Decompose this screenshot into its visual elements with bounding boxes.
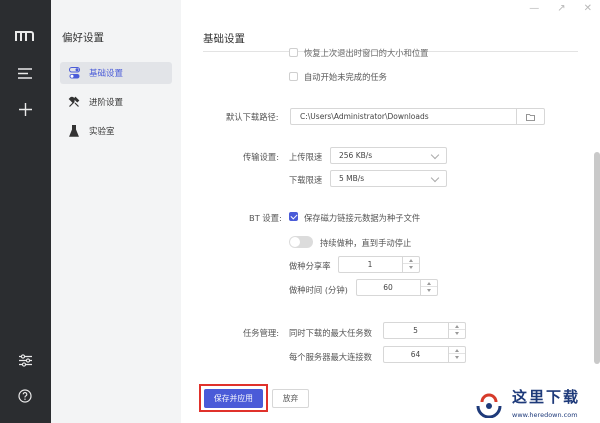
toggle-icon xyxy=(67,66,81,80)
decrement-icon[interactable] xyxy=(421,287,437,294)
keep-seeding-label: 持续做种，直到手动停止 xyxy=(320,238,412,248)
download-path-label: 默认下载路径: xyxy=(226,112,279,122)
increment-icon[interactable] xyxy=(421,280,437,287)
page-title: 基础设置 xyxy=(203,33,245,45)
restore-window-label: 恢复上次退出时窗口的大小和位置 xyxy=(304,48,429,58)
sidebar-title: 偏好设置 xyxy=(62,32,104,44)
seed-time-label: 做种时间 (分钟) xyxy=(289,285,348,295)
increment-icon[interactable] xyxy=(403,257,419,264)
max-tasks-label: 同时下载的最大任务数 xyxy=(289,328,372,338)
tools-icon xyxy=(67,95,81,109)
auto-resume-label: 自动开始未完成的任务 xyxy=(304,72,387,82)
sliders-icon[interactable] xyxy=(13,350,37,370)
chevron-down-icon xyxy=(430,173,440,183)
seed-time-value: 60 xyxy=(383,283,393,292)
preferences-sidebar: 偏好设置 基础设置 进阶设置 实验室 xyxy=(51,0,181,423)
transfer-label: 传输设置: xyxy=(243,152,279,162)
app-rail xyxy=(0,0,51,423)
increment-icon[interactable] xyxy=(449,323,465,330)
folder-icon[interactable] xyxy=(516,109,544,124)
watermark: 这里下载 www.heredown.com xyxy=(474,386,598,422)
save-magnet-label: 保存磁力链接元数据为种子文件 xyxy=(304,213,421,223)
sidebar-item-label: 基础设置 xyxy=(89,69,124,79)
decrement-icon[interactable] xyxy=(449,330,465,337)
upload-limit-select[interactable]: 256 KB/s xyxy=(330,147,447,164)
settings-pane: — ↗ ✕ 基础设置 恢复上次退出时窗口的大小和位置 自动开始未完成的任务 默认… xyxy=(181,0,600,423)
max-connections-stepper[interactable]: 64 xyxy=(383,346,466,363)
decrement-icon[interactable] xyxy=(403,264,419,271)
watermark-logo-icon xyxy=(474,388,504,419)
max-tasks-value: 5 xyxy=(413,326,418,335)
download-limit-select[interactable]: 5 MB/s xyxy=(330,170,447,187)
watermark-title: 这里下载 xyxy=(512,388,581,406)
seed-time-stepper[interactable]: 60 xyxy=(356,279,438,296)
sidebar-item-lab[interactable]: 实验室 xyxy=(60,120,172,142)
seed-ratio-label: 做种分享率 xyxy=(289,261,331,271)
increment-icon[interactable] xyxy=(449,347,465,354)
seed-ratio-stepper[interactable]: 1 xyxy=(338,256,420,273)
scrollbar[interactable] xyxy=(594,152,600,364)
download-path-field[interactable]: C:\Users\Administrator\Downloads xyxy=(290,108,545,125)
sidebar-item-label: 进阶设置 xyxy=(89,98,124,108)
sidebar-item-label: 实验室 xyxy=(89,127,115,137)
bt-settings-label: BT 设置: xyxy=(249,213,282,223)
seed-ratio-value: 1 xyxy=(367,260,373,269)
maximize-icon[interactable]: ↗ xyxy=(557,3,565,14)
upload-limit-value: 256 KB/s xyxy=(339,151,373,160)
download-limit-label: 下载限速 xyxy=(289,175,323,185)
plus-icon[interactable] xyxy=(13,99,37,119)
restore-window-checkbox[interactable] xyxy=(289,48,298,57)
sidebar-item-basic[interactable]: 基础设置 xyxy=(60,62,172,84)
keep-seeding-toggle[interactable] xyxy=(289,236,313,248)
stepper-controls xyxy=(420,280,437,295)
save-apply-button[interactable]: 保存并应用 xyxy=(204,389,263,408)
task-management-label: 任务管理: xyxy=(243,328,279,338)
flask-icon xyxy=(67,124,81,138)
download-limit-value: 5 MB/s xyxy=(339,174,365,183)
discard-button[interactable]: 放弃 xyxy=(272,389,309,408)
window-controls: — ↗ ✕ xyxy=(529,3,592,14)
stepper-controls xyxy=(448,323,465,338)
close-icon[interactable]: ✕ xyxy=(584,3,592,14)
max-tasks-stepper[interactable]: 5 xyxy=(383,322,466,339)
auto-resume-checkbox[interactable] xyxy=(289,72,298,81)
stepper-controls xyxy=(448,347,465,362)
menu-icon[interactable] xyxy=(13,63,37,83)
watermark-url: www.heredown.com xyxy=(512,411,578,419)
max-connections-label: 每个服务器最大连接数 xyxy=(289,352,372,362)
stepper-controls xyxy=(402,257,419,272)
logo-icon[interactable] xyxy=(13,26,37,46)
sidebar-item-advanced[interactable]: 进阶设置 xyxy=(60,91,172,113)
minimize-icon[interactable]: — xyxy=(529,3,539,14)
save-magnet-checkbox[interactable] xyxy=(289,212,298,221)
max-connections-value: 64 xyxy=(410,350,421,359)
help-icon[interactable] xyxy=(13,386,37,406)
decrement-icon[interactable] xyxy=(449,354,465,361)
chevron-down-icon xyxy=(430,150,440,160)
download-path-value: C:\Users\Administrator\Downloads xyxy=(300,112,429,121)
upload-limit-label: 上传限速 xyxy=(289,152,323,162)
